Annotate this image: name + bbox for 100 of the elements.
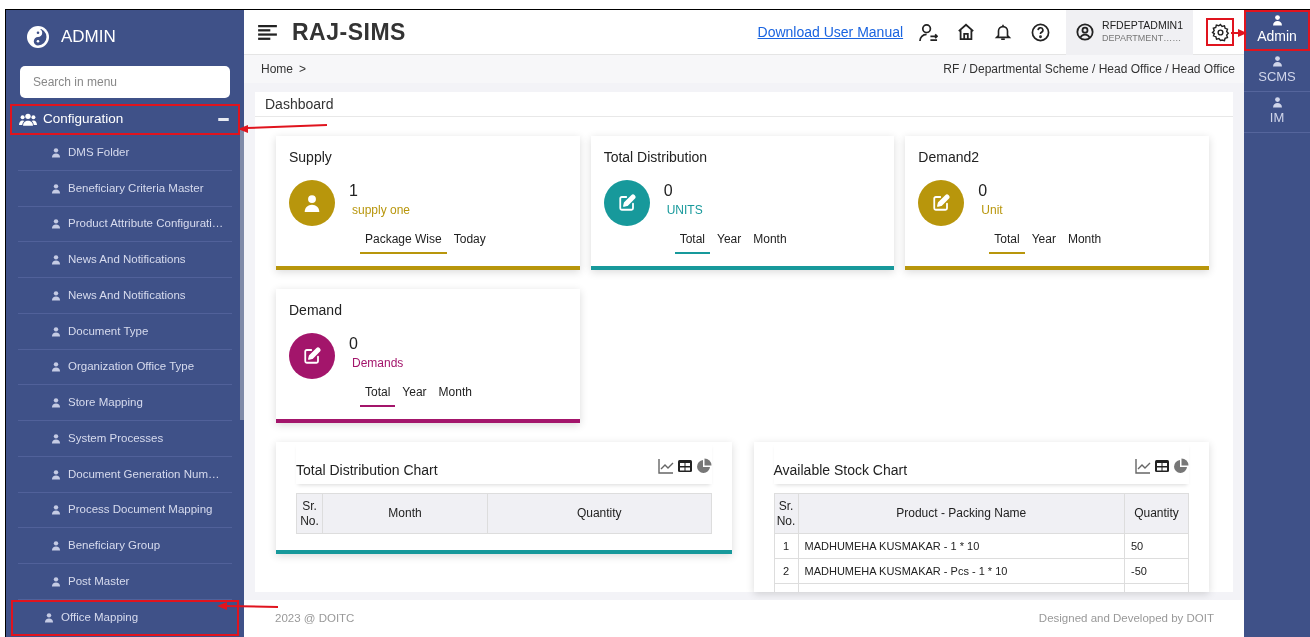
pie-chart-icon[interactable]: [695, 458, 712, 474]
menu-item[interactable]: Office Mapping: [11, 599, 239, 636]
menu-item-label: Product Attribute Configurati…: [68, 216, 224, 232]
table-cell: -50: [1124, 558, 1189, 584]
user-menu[interactable]: RFDEPTADMIN1 DEPARTMENT……: [1066, 9, 1193, 55]
app-title: RAJ-SIMS: [292, 17, 406, 47]
table-cell: 1: [774, 533, 798, 559]
user-switch-icon[interactable]: [919, 22, 939, 42]
person-icon: [1271, 96, 1283, 109]
person-icon: [51, 504, 61, 516]
person-icon: [51, 254, 61, 266]
annotation-arrow: [1231, 29, 1247, 37]
stat-unit: Demands: [351, 355, 404, 371]
menu-item[interactable]: Beneficiary Criteria Master: [18, 170, 232, 207]
manual-link[interactable]: Download User Manual: [757, 21, 904, 43]
person-icon: [51, 575, 61, 587]
stat-value: 0: [349, 334, 359, 354]
edit-icon: [617, 194, 636, 212]
menu-item-label: Post Master: [68, 573, 130, 589]
menu-item-label: Beneficiary Group: [68, 538, 161, 553]
rail-item[interactable]: SCMS: [1244, 51, 1310, 92]
user-role: DEPARTMENT……: [1102, 32, 1183, 45]
column-header: Sr. No.: [296, 493, 323, 534]
column-header: Sr. No.: [774, 493, 798, 534]
table-icon[interactable]: [676, 458, 693, 474]
menu-item[interactable]: Post Master: [18, 564, 232, 600]
period-tab[interactable]: Month: [1062, 230, 1107, 254]
period-tab[interactable]: Total: [360, 383, 396, 407]
menu-icon[interactable]: [258, 24, 277, 40]
period-tab[interactable]: Total: [989, 230, 1025, 254]
line-chart-icon[interactable]: [657, 458, 674, 474]
menu-item[interactable]: Product Attribute Configurati…: [18, 206, 232, 243]
menu-item[interactable]: Process Document Mapping: [18, 492, 232, 529]
menu-item[interactable]: Document Type: [18, 313, 232, 350]
period-tab[interactable]: Total: [674, 230, 710, 254]
pie-chart-icon[interactable]: [1173, 458, 1189, 474]
period-tab[interactable]: Year: [712, 230, 747, 254]
period-tab[interactable]: Year: [1026, 230, 1061, 254]
menu-item-label: News And Notifications: [68, 287, 186, 303]
edit-icon: [932, 194, 951, 212]
menu-item[interactable]: Beneficiary Group: [18, 528, 232, 564]
group-label: Configuration: [43, 110, 124, 129]
chart-title: Available Stock Chart: [773, 460, 908, 480]
column-header: Product - Packing Name: [798, 493, 1125, 534]
edit-icon: [303, 347, 321, 365]
chart-title: Total Distribution Chart: [296, 460, 438, 480]
breadcrumb-link[interactable]: Home: [261, 60, 293, 78]
line-chart-icon[interactable]: [1135, 458, 1151, 474]
bell-icon[interactable]: [994, 23, 1013, 41]
stat-value: 0: [978, 181, 989, 201]
period-tab[interactable]: Package Wise: [360, 230, 447, 254]
yin-yang-icon: [26, 25, 50, 49]
menu-item[interactable]: News And Notifications: [18, 278, 232, 314]
menu-item-label: Organization Office Type: [68, 359, 195, 375]
user-name: RFDEPTADMIN1: [1102, 19, 1183, 32]
period-tab[interactable]: Year: [397, 383, 432, 407]
help-icon[interactable]: [1031, 22, 1051, 42]
menu-item[interactable]: DMS Folder: [18, 135, 232, 171]
rail-item[interactable]: IM: [1244, 92, 1310, 133]
menu-item-label: System Processes: [68, 430, 164, 446]
collapse-icon[interactable]: [217, 118, 230, 121]
person-icon: [303, 194, 321, 212]
period-tab[interactable]: Month: [748, 230, 792, 254]
menu-item[interactable]: News And Notifications: [18, 242, 232, 278]
person-icon: [44, 612, 54, 624]
period-tab[interactable]: Month: [433, 383, 477, 407]
search-field[interactable]: Search in menu: [20, 66, 230, 98]
menu-item-label: Document Type: [68, 323, 149, 339]
person-icon: [51, 432, 61, 444]
card-title: Total Distribution: [602, 148, 709, 167]
stat-value: 1: [349, 181, 359, 201]
credits-text: Designed and Developed by DOIT: [1038, 610, 1214, 626]
person-icon: [51, 289, 61, 301]
settings-button[interactable]: [1206, 18, 1234, 46]
menu-item[interactable]: System Processes: [18, 421, 232, 457]
annotation-arrow: [217, 602, 279, 611]
column-header: Month: [322, 493, 488, 534]
menu-item[interactable]: Store Mapping: [18, 385, 232, 421]
breadcrumb-separator: >: [299, 61, 307, 78]
users-icon: [19, 113, 37, 126]
person-icon: [1271, 13, 1283, 26]
menu-group-header[interactable]: Configuration: [10, 104, 240, 135]
menu-item[interactable]: Document Generation Num…: [18, 456, 232, 493]
menu-item-label: DMS Folder: [68, 144, 130, 160]
menu-item-label: Store Mapping: [68, 395, 143, 410]
menu-item[interactable]: Organization Office Type: [18, 349, 232, 386]
table-cell: 2: [774, 558, 798, 584]
person-icon: [51, 218, 61, 230]
home-icon[interactable]: [957, 23, 976, 41]
person-icon: [51, 361, 61, 373]
period-tab[interactable]: Today: [448, 230, 491, 254]
stat-unit: UNITS: [665, 202, 703, 218]
stat-unit: supply one: [351, 202, 411, 218]
stat-value: 0: [663, 181, 674, 201]
person-icon: [51, 397, 61, 409]
settings-icon: [1210, 22, 1230, 42]
rail-item[interactable]: Admin: [1244, 10, 1310, 51]
dashboard-title: Dashboard: [255, 92, 1233, 117]
menu-item-label: Office Mapping: [61, 610, 139, 625]
table-icon[interactable]: [1154, 458, 1170, 474]
